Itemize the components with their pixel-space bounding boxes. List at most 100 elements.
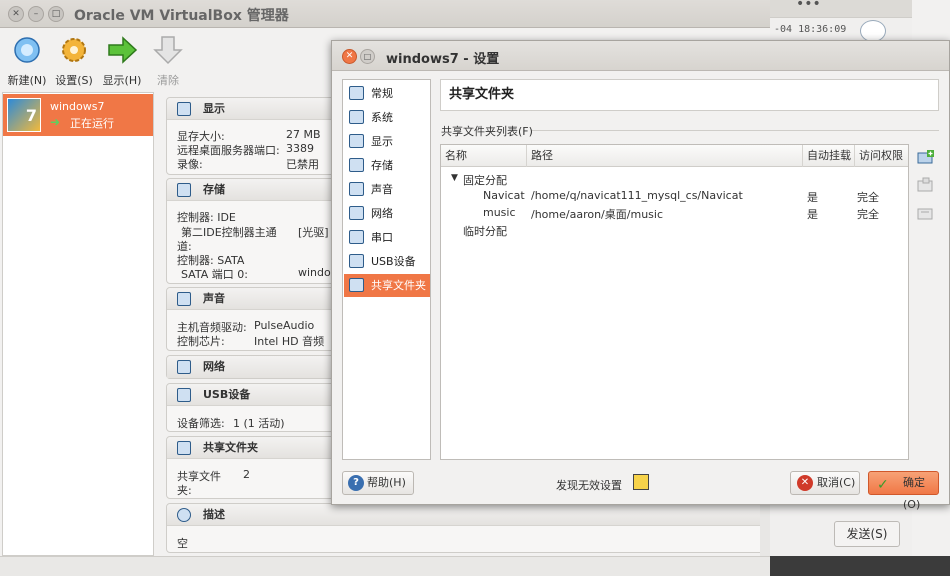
nav-label: 共享文件夹 [371,279,426,292]
arrow-down-icon [153,36,183,65]
column-path[interactable]: 路径 [527,145,803,167]
dialog-title: windows7 - 设置 [386,52,500,67]
send-button[interactable]: 发送(S) [834,521,900,547]
settings-dialog: ✕ □ windows7 - 设置 常规 系统 显示 存储 声音 网络 串口 U… [331,40,950,511]
display-recording-value: 已禁用 [286,158,319,171]
nav-audio[interactable]: 声音 [344,178,430,201]
help-label: 帮助(H) [367,476,406,489]
nav-serial[interactable]: 串口 [344,226,430,249]
maximize-icon[interactable]: □ [48,6,64,22]
gear-icon [62,38,86,62]
speaker-icon [177,292,191,306]
section-title: USB设备 [203,388,251,401]
new-button[interactable]: 新建(N) [5,34,49,88]
audio-driver-value: PulseAudio [254,319,315,332]
avatar [860,20,886,42]
group-temporary[interactable]: 临时分配 [463,223,507,239]
nav-label: USB设备 [371,255,416,268]
folder-path: /home/q/navicat111_mysql_cs/Navicat [531,189,743,202]
checkmark-icon: ✓ [877,477,889,493]
usb-filter-value: 1 (1 活动) [233,417,285,430]
warning-icon[interactable] [633,474,649,490]
help-icon: ? [348,475,364,491]
ok-button[interactable]: ✓ 确定(O) [868,471,939,511]
add-folder-icon[interactable] [917,149,935,165]
remove-folder-icon[interactable] [917,205,935,221]
storage-icon [177,183,191,197]
folder-access: 完全 [857,191,879,204]
column-access[interactable]: 访问权限 [855,145,908,167]
storage-secondary-ide: 第二IDE控制器主通 [181,226,277,239]
group-fixed[interactable]: 固定分配 [463,172,507,188]
column-auto-mount[interactable]: 自动挂载 [803,145,855,167]
new-label: 新建(N) [7,74,47,87]
section-title: 共享文件夹 [203,441,258,454]
expand-arrow-icon[interactable]: ▼ [451,173,458,183]
nav-display[interactable]: 显示 [344,130,430,153]
folder-icon [349,278,364,292]
display-icon [349,134,364,148]
help-button[interactable]: ? 帮助(H) [342,471,414,495]
section-title: 网络 [203,360,225,373]
nav-usb[interactable]: USB设备 [344,250,430,273]
cancel-button[interactable]: ✕ 取消(C) [790,471,860,495]
storage-icon [349,158,364,172]
storage-controller-ide: 控制器: IDE [177,211,236,224]
splitter-handle[interactable] [157,92,163,556]
folder-icon [177,441,191,455]
message-timestamp: -04 18:36:09 [774,24,847,35]
network-icon [349,206,364,220]
folder-access: 完全 [857,208,879,221]
page-title: 共享文件夹 [440,79,939,111]
folder-path: /home/aaron/桌面/music [531,208,663,221]
cancel-icon: ✕ [797,475,813,491]
audio-controller-label: 控制芯片: [177,335,225,348]
nav-storage[interactable]: 存储 [344,154,430,177]
folder-name[interactable]: music [483,206,516,219]
vm-list-item[interactable]: 7 windows7 ➜ 正在运行 [3,94,153,136]
nav-network[interactable]: 网络 [344,202,430,225]
windows7-logo-icon: 7 [7,98,41,132]
serial-port-icon [349,230,364,244]
minimize-icon[interactable]: – [28,6,44,22]
settings-label: 设置(S) [55,74,93,87]
edit-folder-icon[interactable] [917,177,935,193]
nav-shared-folders[interactable]: 共享文件夹 [344,274,430,297]
close-icon[interactable]: ✕ [8,6,24,22]
discard-button[interactable]: 清除 [146,34,190,88]
maximize-icon[interactable]: □ [360,49,375,64]
cancel-label: 取消(C) [817,476,856,489]
shared-label-cont: 夹: [177,484,192,497]
background-window-topbar [770,0,912,18]
display-rdp-value: 3389 [286,142,314,155]
vm-status: 正在运行 [70,117,114,130]
usb-icon [177,388,191,402]
nav-label: 显示 [371,135,393,148]
chip-icon [349,110,364,124]
nav-label: 常规 [371,87,393,100]
discard-label: 清除 [157,74,179,87]
more-icon: ••• [796,0,821,12]
shared-count: 2 [243,468,250,481]
network-icon [177,360,191,374]
shared-folders-table[interactable]: 名称 路径 自动挂载 访问权限 ▼ 固定分配 Navicat /home/q/n… [440,144,909,460]
section-description-header[interactable]: 描述 [167,504,765,526]
settings-nav: 常规 系统 显示 存储 声音 网络 串口 USB设备 共享文件夹 [342,79,431,460]
column-name[interactable]: 名称 [441,145,527,167]
nav-system[interactable]: 系统 [344,106,430,129]
dialog-titlebar: ✕ □ windows7 - 设置 [332,41,949,71]
nav-label: 串口 [371,231,393,244]
display-icon [177,102,191,116]
nav-label: 存储 [371,159,393,172]
folder-auto-mount: 是 [807,191,818,204]
table-header: 名称 路径 自动挂载 访问权限 [441,145,908,167]
section-title: 存储 [203,183,225,196]
close-icon[interactable]: ✕ [342,49,357,64]
nav-general[interactable]: 常规 [344,82,430,105]
folder-name[interactable]: Navicat [483,189,525,202]
section-title: 描述 [203,508,225,521]
display-vram-value: 27 MB [286,128,321,141]
start-button[interactable]: 显示(H) [100,34,144,88]
settings-button[interactable]: 设置(S) [52,34,96,88]
section-title: 显示 [203,102,225,115]
